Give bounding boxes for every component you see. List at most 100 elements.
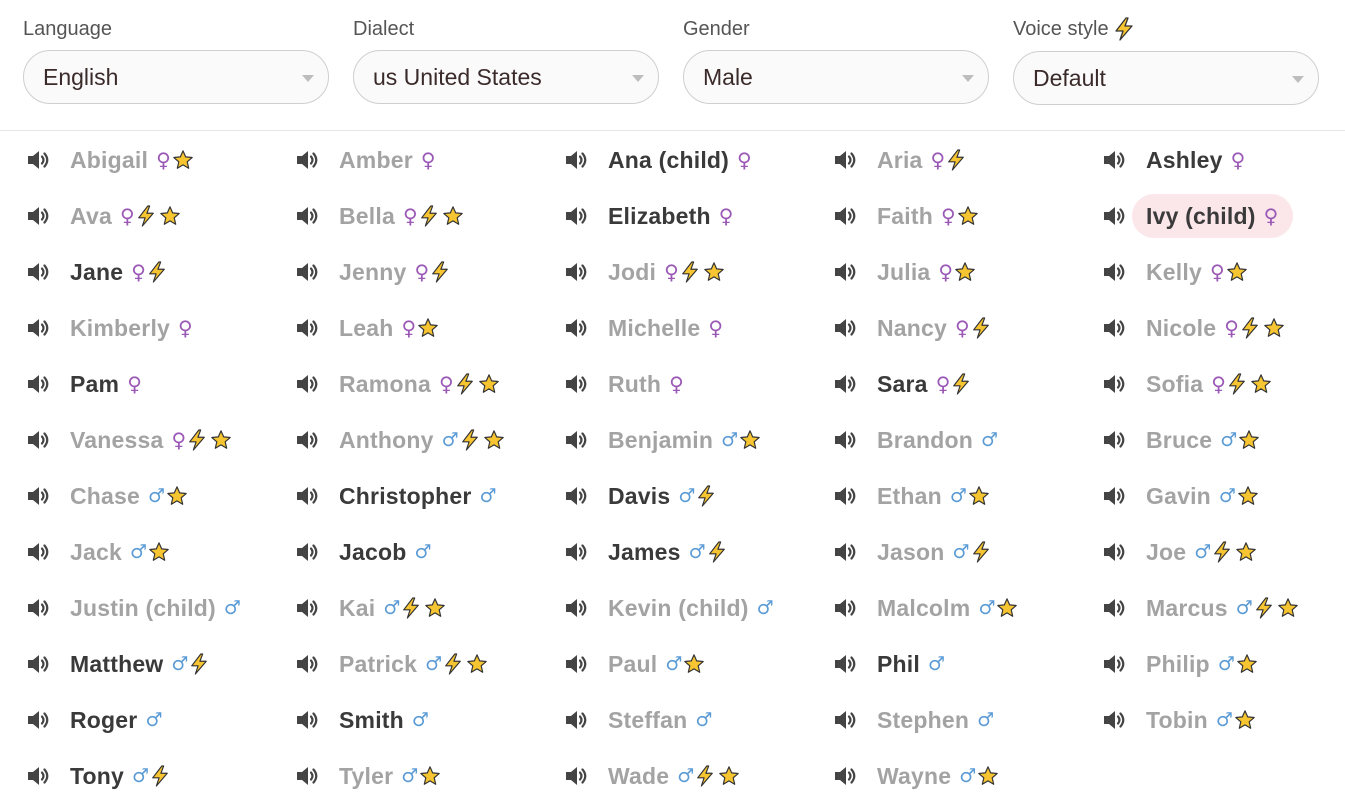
voice-name[interactable]: Jacob [339,539,406,566]
voice-name[interactable]: Faith [877,203,933,230]
voice-item[interactable]: Jane ♀ [25,250,169,294]
speaker-icon[interactable] [294,595,320,621]
voice-name[interactable]: Marcus [1146,595,1228,622]
speaker-icon[interactable] [294,147,320,173]
speaker-icon[interactable] [1101,539,1127,565]
voice-name[interactable]: Philip [1146,651,1210,678]
speaker-icon[interactable] [832,147,858,173]
voice-name[interactable]: Ana (child) [608,147,729,174]
voice-item[interactable]: Jodi ♀ [563,250,725,294]
voice-name[interactable]: Phil [877,651,920,678]
speaker-icon[interactable] [25,259,51,285]
speaker-icon[interactable] [832,427,858,453]
voice-name[interactable]: Paul [608,651,657,678]
voice-name[interactable]: Christopher [339,483,472,510]
voice-name[interactable]: Tyler [339,763,393,790]
dialect-select[interactable]: us United States [353,50,659,104]
voice-name[interactable]: Jenny [339,259,406,286]
voice-name[interactable]: Jason [877,539,944,566]
voice-item[interactable]: Steffan ♂ [563,698,712,742]
speaker-icon[interactable] [563,259,589,285]
speaker-icon[interactable] [1101,707,1127,733]
voice-item[interactable]: Faith ♀ [832,194,979,238]
voice-item[interactable]: Kai ♂ [294,586,446,630]
voice-item[interactable]: Kelly ♀ [1101,250,1248,294]
voice-item[interactable]: Ruth ♀ [563,362,684,406]
speaker-icon[interactable] [832,315,858,341]
speaker-icon[interactable] [832,651,858,677]
voice-name[interactable]: Abigail [70,147,148,174]
speaker-icon[interactable] [563,651,589,677]
voice-name[interactable]: Kai [339,595,375,622]
voice-name[interactable]: Chase [70,483,140,510]
voice-item[interactable]: Roger ♂ [25,698,163,742]
speaker-icon[interactable] [563,371,589,397]
voice-item[interactable]: Sara ♀ [832,362,973,406]
voice-item[interactable]: Phil ♂ [832,642,945,686]
voice-item[interactable]: Michelle ♀ [563,306,723,350]
voice-item[interactable]: Bella ♀ [294,194,464,238]
voice-item[interactable]: Anthony ♂ [294,418,505,462]
voice-name[interactable]: Smith [339,707,404,734]
voice-item[interactable]: Jenny ♀ [294,250,452,294]
voice-item[interactable]: Abigail ♀ [25,138,194,182]
language-select[interactable]: English [23,50,329,104]
speaker-icon[interactable] [563,595,589,621]
speaker-icon[interactable] [563,203,589,229]
speaker-icon[interactable] [563,427,589,453]
speaker-icon[interactable] [832,203,858,229]
voice-item[interactable]: Sofia ♀ [1101,362,1272,406]
voice-name[interactable]: Ruth [608,371,661,398]
voice-item[interactable]: Chase ♂ [25,474,188,518]
voice-item[interactable]: Joe ♂ [1101,530,1257,574]
speaker-icon[interactable] [832,259,858,285]
voice-name[interactable]: Bella [339,203,395,230]
voice-name[interactable]: Jodi [608,259,656,286]
speaker-icon[interactable] [832,483,858,509]
voice-item[interactable]: Nancy ♀ [832,306,993,350]
voice-name[interactable]: Ivy (child) [1146,203,1256,230]
speaker-icon[interactable] [294,707,320,733]
voice-name[interactable]: Matthew [70,651,163,678]
voice-name[interactable]: Kelly [1146,259,1202,286]
voice-name[interactable]: Kimberly [70,315,170,342]
voice-name[interactable]: Ava [70,203,112,230]
voice-name[interactable]: Steffan [608,707,687,734]
voice-name[interactable]: Wade [608,763,669,790]
speaker-icon[interactable] [1101,315,1127,341]
voice-name[interactable]: Sofia [1146,371,1203,398]
voice-item[interactable]: Ramona ♀ [294,362,500,406]
voice-name[interactable]: Aria [877,147,923,174]
speaker-icon[interactable] [25,203,51,229]
speaker-icon[interactable] [832,763,858,789]
voice-item[interactable]: Gavin ♂ [1101,474,1259,518]
speaker-icon[interactable] [563,539,589,565]
speaker-icon[interactable] [832,539,858,565]
voice-name[interactable]: Tony [70,763,124,790]
voice-name[interactable]: Leah [339,315,393,342]
voice-item[interactable]: Tony ♂ [25,754,172,798]
speaker-icon[interactable] [25,371,51,397]
voice-name[interactable]: Jane [70,259,123,286]
voice-item[interactable]: Ivy (child) ♀ [1101,194,1293,238]
speaker-icon[interactable] [294,483,320,509]
voice-item[interactable]: Benjamin ♂ [563,418,761,462]
voice-item[interactable]: Ashley ♀ [1101,138,1245,182]
speaker-icon[interactable] [294,539,320,565]
voice-name[interactable]: Nicole [1146,315,1216,342]
voice-item[interactable]: Justin (child) ♂ [25,586,241,630]
voice-item[interactable]: Elizabeth ♀ [563,194,733,238]
speaker-icon[interactable] [25,315,51,341]
speaker-icon[interactable] [1101,371,1127,397]
speaker-icon[interactable] [294,371,320,397]
voice-name[interactable]: Patrick [339,651,417,678]
voice-item[interactable]: Brandon ♂ [832,418,998,462]
voice-item[interactable]: Christopher ♂ [294,474,497,518]
voice-item[interactable]: Aria ♀ [832,138,968,182]
voice-item[interactable]: James ♂ [563,530,729,574]
speaker-icon[interactable] [294,427,320,453]
voice-name[interactable]: Sara [877,371,928,398]
speaker-icon[interactable] [25,707,51,733]
voice-name[interactable]: Gavin [1146,483,1211,510]
voice-name[interactable]: Roger [70,707,137,734]
